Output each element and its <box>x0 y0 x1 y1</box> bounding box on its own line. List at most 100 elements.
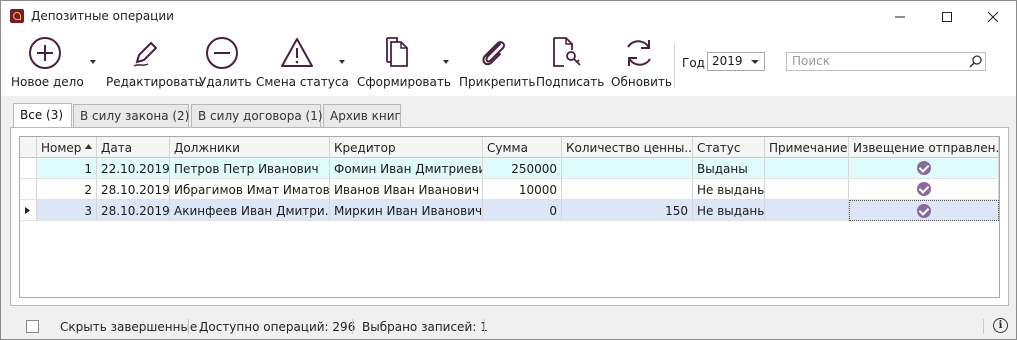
check-circle-icon <box>917 204 931 218</box>
cell-debtor[interactable]: Акинфеев Иван Дмитри... <box>170 200 330 221</box>
window-title: Депозитные операции <box>31 9 174 23</box>
cell-number[interactable]: 2 <box>37 179 97 200</box>
cell-date[interactable]: 28.10.2019 <box>97 200 170 221</box>
toolbar: Новое дело Редактировать Удалить Смена с… <box>1 32 1016 96</box>
column-header-notice-sent[interactable]: Извещение отправлен... <box>849 137 999 158</box>
year-label: Год <box>682 56 705 70</box>
maximize-button[interactable] <box>924 1 970 32</box>
change-status-dropdown-icon[interactable] <box>339 60 345 64</box>
close-button[interactable] <box>970 1 1016 32</box>
paperclip-icon <box>482 41 506 66</box>
pen-icon <box>133 41 158 67</box>
search-input[interactable]: Поиск <box>786 52 986 71</box>
plus-circle-icon <box>29 37 61 69</box>
year-select[interactable]: 2019 <box>707 52 765 71</box>
cell-creditor[interactable]: Миркин Иван Иванович <box>330 200 483 221</box>
check-circle-icon <box>916 182 931 196</box>
column-header-sum[interactable]: Сумма <box>483 137 562 158</box>
cell-notice-sent[interactable] <box>849 200 999 221</box>
attach-label: Прикрепить <box>459 75 536 89</box>
warning-icon <box>281 38 313 67</box>
title-bar: Депозитные операции <box>1 1 1016 32</box>
tab-all[interactable]: Все (3) <box>13 103 72 127</box>
cell-status[interactable]: Не выданы <box>693 200 765 221</box>
column-header-date[interactable]: Дата <box>97 137 170 158</box>
column-header-status[interactable]: Статус <box>693 137 765 158</box>
row-indicator[interactable] <box>20 200 37 221</box>
table-header: Номер Дата Должники Кредитор Сумма Колич… <box>20 137 999 158</box>
sign-button[interactable]: Подписать <box>534 32 604 96</box>
generate-button[interactable]: Сформировать <box>355 32 451 96</box>
hide-completed-checkbox[interactable] <box>26 320 39 333</box>
window: Депозитные операции Новое дело Редактиро… <box>0 0 1017 340</box>
refresh-button[interactable]: Обновить <box>607 32 672 96</box>
refresh-label: Обновить <box>611 75 672 89</box>
cell-note[interactable] <box>765 179 849 200</box>
edit-button[interactable]: Редактировать <box>104 32 202 96</box>
minimize-icon <box>895 16 905 17</box>
table-row-selected[interactable]: 3 28.10.2019 Акинфеев Иван Дмитри... Мир… <box>20 200 999 221</box>
refresh-icon <box>627 40 651 66</box>
column-header-note[interactable]: Примечание <box>765 137 849 158</box>
cell-debtor[interactable]: Петров Петр Иванович <box>170 158 330 179</box>
column-header-number[interactable]: Номер <box>37 137 97 158</box>
column-header-quantity[interactable]: Количество ценны... <box>562 137 693 158</box>
tab-by-law[interactable]: В силу закона (2) <box>73 104 189 127</box>
attach-button[interactable]: Прикрепить <box>457 32 535 96</box>
tab-by-contract[interactable]: В силу договора (1) <box>191 104 323 127</box>
cell-quantity[interactable] <box>562 179 693 200</box>
delete-label: Удалить <box>199 75 252 89</box>
delete-button[interactable]: Удалить <box>197 32 252 96</box>
row-indicator[interactable] <box>20 179 37 200</box>
hide-completed-label[interactable]: Скрыть завершенные <box>60 320 197 334</box>
new-case-button[interactable]: Новое дело <box>9 32 84 96</box>
cell-notice-sent[interactable] <box>849 179 999 200</box>
document-key-icon <box>553 37 581 67</box>
cell-date[interactable]: 28.10.2019 <box>97 179 170 200</box>
cell-sum[interactable]: 0 <box>483 200 562 221</box>
change-status-label: Смена статуса <box>256 75 349 89</box>
chevron-down-icon <box>751 60 759 64</box>
maximize-icon <box>942 11 952 22</box>
search-placeholder: Поиск <box>792 54 831 68</box>
column-header-debtors[interactable]: Должники <box>170 137 330 158</box>
cell-quantity[interactable]: 150 <box>562 200 693 221</box>
cell-status[interactable]: Не выданы <box>693 179 765 200</box>
cell-quantity[interactable] <box>562 158 693 179</box>
cell-debtor[interactable]: Ибрагимов Имат Иматович <box>170 179 330 200</box>
row-indicator-header <box>20 137 37 158</box>
available-operations: Доступно операций: 296 <box>199 320 356 334</box>
cell-note[interactable] <box>765 158 849 179</box>
status-divider <box>352 319 353 334</box>
cell-creditor[interactable]: Иванов Иван Иванович <box>330 179 483 200</box>
cell-number[interactable]: 3 <box>37 200 97 221</box>
tab-panel: Номер Дата Должники Кредитор Сумма Колич… <box>10 127 1009 306</box>
cell-sum[interactable]: 250000 <box>483 158 562 179</box>
new-case-dropdown-icon[interactable] <box>90 60 96 64</box>
row-indicator[interactable] <box>20 158 37 179</box>
year-value: 2019 <box>712 54 743 68</box>
table-row[interactable]: 1 22.10.2019 Петров Петр Иванович Фомин … <box>20 158 999 179</box>
generate-dropdown-icon[interactable] <box>443 60 449 64</box>
cell-creditor[interactable]: Фомин Иван Дмитриевич <box>330 158 483 179</box>
table-row[interactable]: 2 28.10.2019 Ибрагимов Имат Иматович Ива… <box>20 179 999 200</box>
status-divider <box>188 319 189 334</box>
cell-notice-sent[interactable] <box>849 158 999 179</box>
selected-records: Выбрано записей: 1 <box>362 320 488 334</box>
cell-note[interactable] <box>765 200 849 221</box>
cell-number[interactable]: 1 <box>37 158 97 179</box>
cell-sum[interactable]: 10000 <box>483 179 562 200</box>
status-bar: Скрыть завершенные Доступно операций: 29… <box>1 314 1016 339</box>
tab-book-archive[interactable]: Архив книг <box>323 104 401 127</box>
minimize-button[interactable] <box>877 1 923 32</box>
documents-icon <box>386 37 408 67</box>
search-icon[interactable] <box>968 54 983 69</box>
minus-circle-icon <box>206 37 238 69</box>
change-status-button[interactable]: Смена статуса <box>255 32 349 96</box>
current-row-arrow-icon <box>25 207 30 214</box>
cell-date[interactable]: 22.10.2019 <box>97 158 170 179</box>
cell-status[interactable]: Выданы <box>693 158 765 179</box>
column-header-creditor[interactable]: Кредитор <box>330 137 483 158</box>
info-icon[interactable]: i <box>993 318 1008 333</box>
edit-label: Редактировать <box>106 75 202 89</box>
